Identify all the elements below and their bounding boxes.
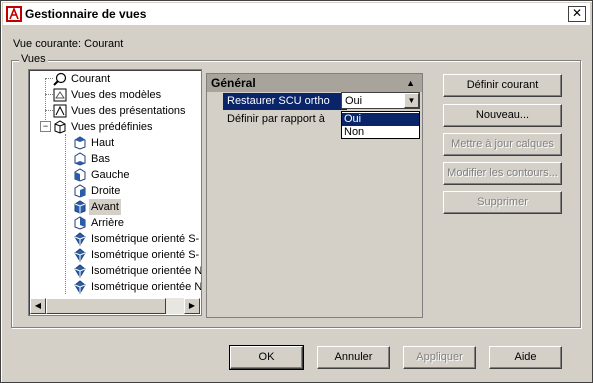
tree-item-label: Arrière [91,217,125,229]
tree-item-label: Droite [91,185,121,197]
cancel-button[interactable]: Annuler [317,346,390,369]
tree-item-label: Vues des modèles [71,89,162,101]
tree-item-label: Courant [71,73,111,85]
tree-connector [45,78,53,79]
set-current-button[interactable]: Définir courant [443,74,562,97]
arrow-right-icon: ▶ [188,301,196,310]
cube-back-icon [74,216,86,230]
collapse-arrow-icon: ▲ [406,78,415,88]
title-bar[interactable]: Gestionnaire de vues ✕ [3,3,590,25]
scroll-left-button[interactable]: ◀ [30,298,46,314]
tree-connector [45,110,53,111]
scroll-thumb[interactable] [46,298,166,314]
tree-item-label: Haut [91,137,115,149]
view-manager-dialog: Gestionnaire de vues ✕ Vue courante: Cou… [0,0,593,383]
tree-item-label: Bas [91,153,110,165]
general-section-header[interactable]: Général ▲ [207,74,422,92]
cube-left-icon [74,168,86,182]
cube-right-icon [74,184,86,198]
tree-item-label: Vues des présentations [71,105,186,117]
iso-icon [74,280,86,294]
properties-panel: Général ▲ Restaurer SCU ortho Définir pa… [206,73,423,318]
tree-item-label: Vues prédéfinies [71,121,153,133]
tree-item-label: Isométrique orienté S- [91,233,200,245]
tree-item-label: Avant [89,199,121,215]
scroll-right-button[interactable]: ▶ [184,298,200,314]
views-tree[interactable]: − Courant Vues des modèles Vues des prés… [28,69,202,316]
autocad-app-icon [6,6,22,22]
tree-connector [65,134,66,294]
iso-icon [74,264,86,278]
current-view-label: Vue courante: Courant [13,38,124,50]
property-label: Restaurer SCU ortho [227,95,330,107]
chevron-down-icon: ▼ [407,96,416,105]
tree-item-label: Isométrique orientée N [91,265,202,277]
delete-button[interactable]: Supprimer [443,191,562,214]
ok-button[interactable]: OK [229,345,304,370]
update-layers-button[interactable]: Mettre à jour calques [443,133,562,156]
cube-top-icon [74,136,86,150]
tree-item-label: Isométrique orienté S- [91,249,200,261]
arrow-left-icon: ◀ [34,301,42,310]
edit-boundaries-button[interactable]: Modifier les contours... [443,162,562,185]
iso-icon [74,232,86,246]
iso-icon [74,248,86,262]
layout-views-icon [53,104,67,118]
dropdown-option-oui[interactable]: Oui [342,113,419,126]
cube-icon [54,120,66,134]
new-view-button[interactable]: Nouveau... [443,104,562,127]
close-button[interactable]: ✕ [568,6,586,22]
apply-button[interactable]: Appliquer [403,346,476,369]
tree-connector [45,94,53,95]
window-title: Gestionnaire de vues [25,7,147,21]
restore-ucs-combo[interactable]: Oui ▼ [341,92,420,109]
property-label: Définir par rapport à [227,113,325,125]
tree-horizontal-scrollbar[interactable]: ◀ ▶ [30,298,200,314]
views-group-label: Vues [19,53,48,65]
combo-dropdown-button[interactable]: ▼ [404,93,419,108]
magnifier-icon [53,72,67,86]
combo-dropdown-list: Oui Non [341,111,420,139]
collapse-toggle[interactable]: − [40,121,51,132]
help-button[interactable]: Aide [489,346,562,369]
tree-item-label: Isométrique orientée N [91,281,202,293]
model-views-icon [53,88,67,102]
cube-bottom-icon [74,152,86,166]
property-set-relative[interactable]: Définir par rapport à [223,111,347,128]
cube-front-icon [74,200,86,214]
property-restore-ucs[interactable]: Restaurer SCU ortho [223,93,347,110]
combo-value: Oui [345,95,363,107]
tree-connector [45,78,46,126]
close-icon: ✕ [571,6,583,20]
dropdown-option-non[interactable]: Non [342,126,419,139]
section-title: Général [211,76,256,90]
tree-item-label: Gauche [91,169,130,181]
